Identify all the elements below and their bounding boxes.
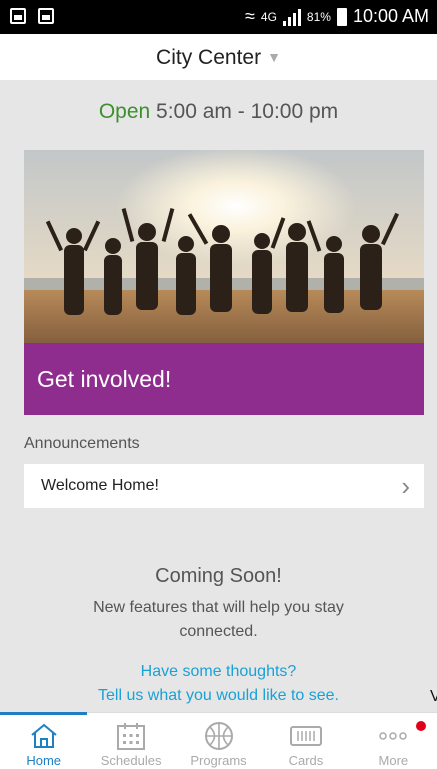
tab-label-home: Home xyxy=(26,753,62,768)
announcement-item[interactable]: Welcome Home! › xyxy=(24,464,424,508)
coming-soon-description: New features that will help you stay con… xyxy=(93,599,344,640)
calendar-icon xyxy=(117,723,146,750)
photo-notification-icon xyxy=(38,8,54,24)
chevron-right-icon: › xyxy=(401,470,410,501)
network-type: 4G xyxy=(260,9,277,24)
open-status: Open xyxy=(98,100,151,123)
home-icon xyxy=(31,723,57,748)
dropdown-caret-icon: ▼ xyxy=(267,49,281,65)
coming-soon-title: Coming Soon! xyxy=(155,565,282,587)
hours-line: Open 5:00 am - 10:00 pm xyxy=(0,100,437,124)
tab-schedules[interactable]: Schedules xyxy=(87,713,174,769)
signal-icon xyxy=(282,8,301,26)
image-notification-icon xyxy=(10,8,26,24)
coming-soon-section: Coming Soon! New features that will help… xyxy=(0,565,437,644)
wifi-icon: ≈ xyxy=(245,6,255,26)
announcement-label: Welcome Home! xyxy=(41,477,159,494)
location-selector[interactable]: City Center ▼ xyxy=(0,34,437,80)
basketball-icon xyxy=(204,722,233,750)
tab-home[interactable]: Home xyxy=(0,712,88,769)
clock: 10:00 AM xyxy=(352,6,429,26)
more-dots-icon xyxy=(379,732,408,740)
tab-label-more: More xyxy=(378,753,409,768)
feedback-link[interactable]: Have some thoughts? Tell us what you wou… xyxy=(0,660,437,708)
tab-label-programs: Programs xyxy=(190,753,247,768)
notification-dot xyxy=(416,721,427,731)
clipped-text: V xyxy=(430,688,437,705)
status-bar: ≈ 4G 81% 10:00 AM xyxy=(0,0,437,34)
bottom-tab-bar: Home Schedules Programs Cards More xyxy=(0,712,437,769)
tab-label-cards: Cards xyxy=(288,753,324,768)
tab-label-schedules: Schedules xyxy=(100,753,162,768)
card-icon xyxy=(289,726,322,746)
get-involved-banner: Get involved! xyxy=(24,343,424,415)
feedback-line-1: Have some thoughts? xyxy=(140,663,297,680)
location-name: City Center xyxy=(156,46,262,69)
battery-icon xyxy=(336,7,347,26)
feedback-line-2: Tell us what you would like to see. xyxy=(97,687,339,704)
tab-programs[interactable]: Programs xyxy=(175,713,262,769)
tab-cards[interactable]: Cards xyxy=(262,713,349,769)
hours-range: 5:00 am - 10:00 pm xyxy=(156,100,339,123)
get-involved-card[interactable]: Get involved! xyxy=(24,150,424,415)
battery-percent: 81% xyxy=(306,9,331,24)
tab-more[interactable]: More xyxy=(350,713,437,769)
announcements-heading: Announcements xyxy=(24,435,140,452)
